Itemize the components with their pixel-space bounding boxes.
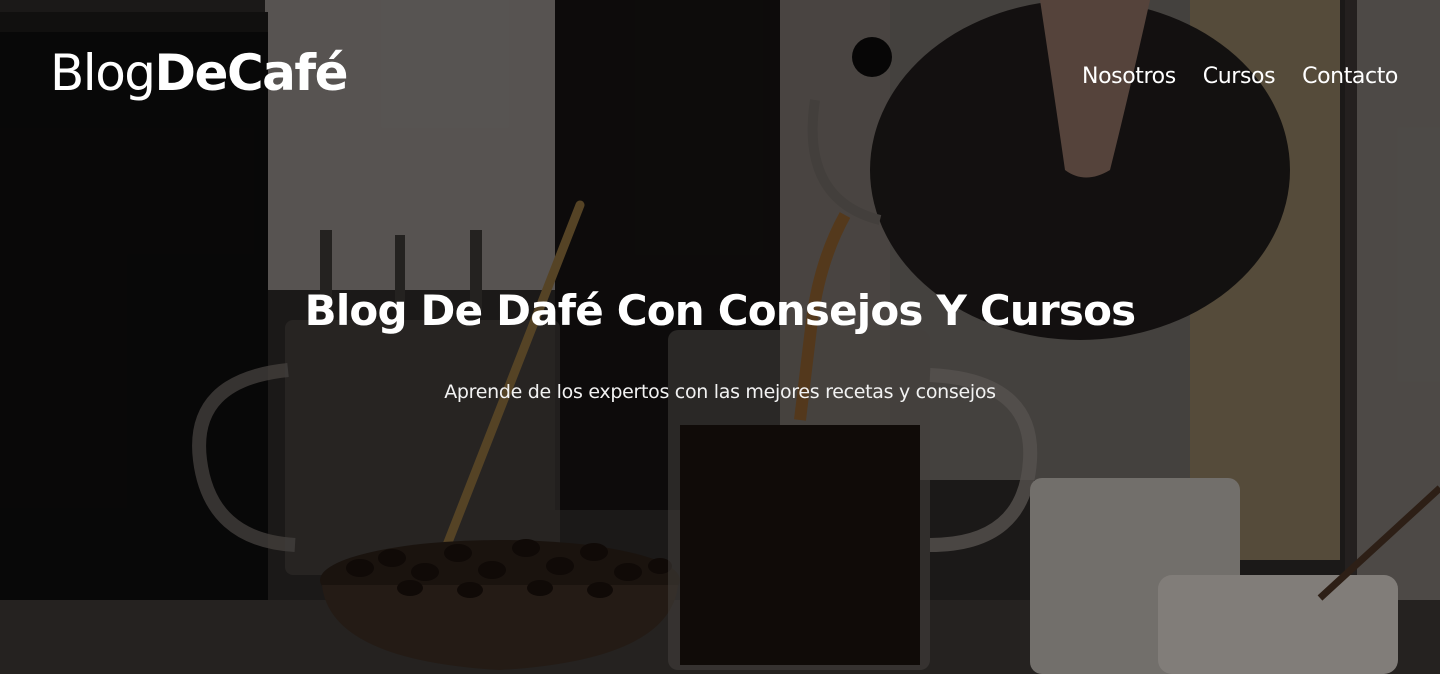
nav-link-cursos[interactable]: Cursos [1203,64,1276,89]
hero-content: Blog De Dafé Con Consejos Y Cursos Apren… [0,286,1440,403]
hero-title: Blog De Dafé Con Consejos Y Cursos [304,286,1137,335]
site-header: BlogDeCafé Nosotros Cursos Contacto [0,0,1440,160]
site-logo[interactable]: BlogDeCafé [50,48,349,98]
nav-link-nosotros[interactable]: Nosotros [1082,64,1176,89]
logo-text-light: Blog [50,44,156,102]
hero-subtitle: Aprende de los expertos con las mejores … [444,381,996,403]
main-navigation: Nosotros Cursos Contacto [1082,64,1398,89]
logo-text-bold: DeCafé [154,44,349,102]
hero-section: BlogDeCafé Nosotros Cursos Contacto Blog… [0,0,1440,674]
nav-link-contacto[interactable]: Contacto [1302,64,1398,89]
